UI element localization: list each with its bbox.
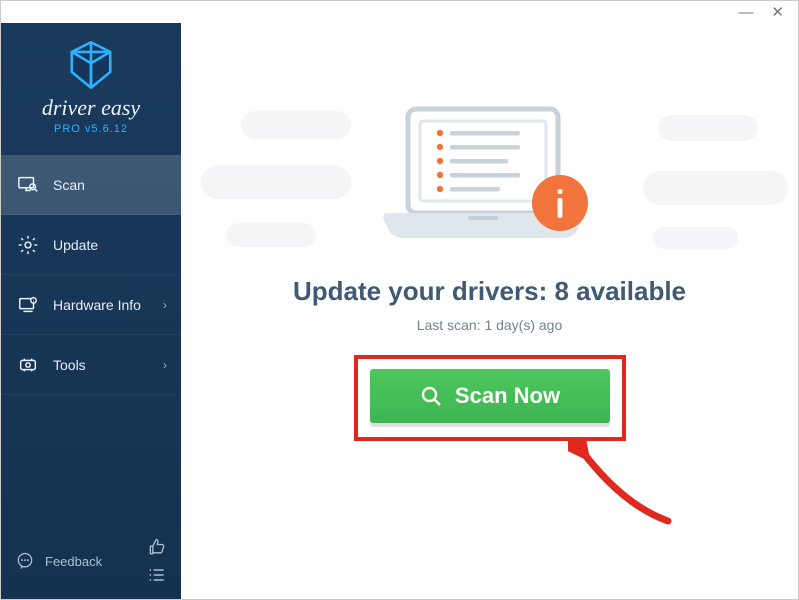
brand-version: PRO v5.6.12 xyxy=(54,123,128,135)
monitor-search-icon xyxy=(17,174,39,196)
cloud-shape xyxy=(201,165,351,199)
logo-icon xyxy=(63,37,119,93)
brand-block: driver easy PRO v5.6.12 xyxy=(1,23,181,149)
svg-text:!: ! xyxy=(33,298,34,303)
highlight-frame: Scan Now xyxy=(354,355,626,441)
feedback-label: Feedback xyxy=(45,554,102,569)
chat-icon xyxy=(15,551,35,571)
sidebar-nav: Scan Update ! Hardware Info › xyxy=(1,155,181,395)
cloud-shape xyxy=(226,223,316,247)
scan-now-label: Scan Now xyxy=(455,383,560,409)
hardware-icon: ! xyxy=(17,294,39,316)
headline-text: Update your drivers: 8 available xyxy=(293,276,686,307)
cloud-shape xyxy=(643,171,788,205)
chevron-right-icon: › xyxy=(163,358,167,372)
search-icon xyxy=(419,384,443,408)
sidebar-item-update[interactable]: Update xyxy=(1,215,181,275)
tools-icon xyxy=(17,354,39,376)
list-icon[interactable] xyxy=(147,565,167,585)
cloud-shape xyxy=(241,111,351,139)
sidebar-item-label: Update xyxy=(53,237,98,253)
app-body: driver easy PRO v5.6.12 Scan Update xyxy=(1,23,798,599)
annotation-arrow xyxy=(568,437,678,527)
cloud-shape xyxy=(658,115,758,141)
main-content: Update your drivers: 8 available Last sc… xyxy=(181,23,798,599)
sidebar: driver easy PRO v5.6.12 Scan Update xyxy=(1,23,181,599)
sidebar-item-label: Scan xyxy=(53,177,85,193)
titlebar: — ✕ xyxy=(1,1,798,23)
sidebar-item-tools[interactable]: Tools › xyxy=(1,335,181,395)
scan-now-button[interactable]: Scan Now xyxy=(370,369,610,423)
sidebar-item-hardware-info[interactable]: ! Hardware Info › xyxy=(1,275,181,335)
last-scan-text: Last scan: 1 day(s) ago xyxy=(417,317,563,333)
cloud-shape xyxy=(653,227,738,249)
gear-icon xyxy=(17,234,39,256)
thumbs-up-icon[interactable] xyxy=(147,537,167,557)
sidebar-footer: Feedback xyxy=(1,523,181,599)
sidebar-item-label: Hardware Info xyxy=(53,297,141,313)
sidebar-item-label: Tools xyxy=(53,357,86,373)
sidebar-item-scan[interactable]: Scan xyxy=(1,155,181,215)
chevron-right-icon: › xyxy=(163,298,167,312)
laptop-illustration xyxy=(370,103,610,258)
minimize-button[interactable]: — xyxy=(738,5,753,20)
app-window: — ✕ driver easy PRO v5.6.12 xyxy=(0,0,799,600)
feedback-button[interactable]: Feedback xyxy=(15,551,102,571)
info-badge xyxy=(532,175,588,231)
brand-name: driver easy xyxy=(42,95,140,121)
close-button[interactable]: ✕ xyxy=(771,5,784,20)
